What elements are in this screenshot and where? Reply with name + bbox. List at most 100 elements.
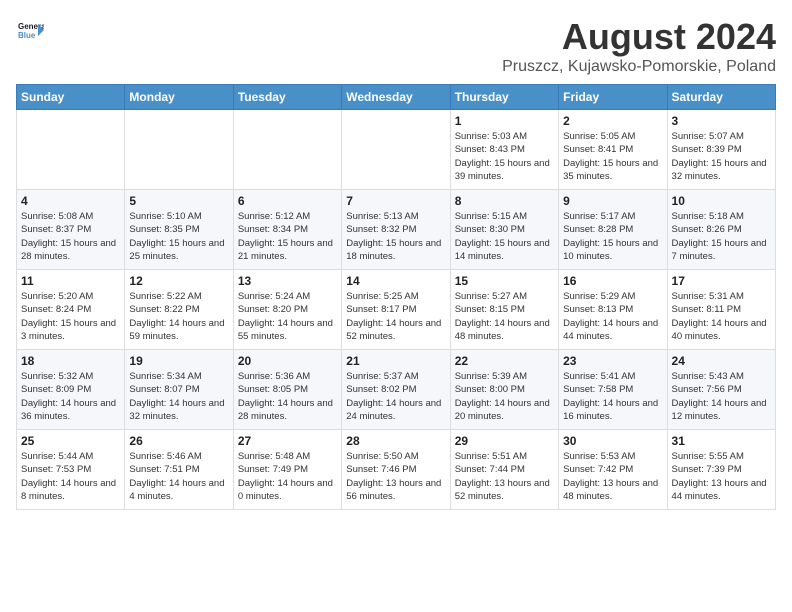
day-header-monday: Monday — [125, 85, 233, 110]
day-detail: Sunrise: 5:25 AM Sunset: 8:17 PM Dayligh… — [346, 290, 445, 343]
day-number: 21 — [346, 354, 445, 368]
day-detail: Sunrise: 5:36 AM Sunset: 8:05 PM Dayligh… — [238, 370, 337, 423]
calendar-cell: 25 Sunrise: 5:44 AM Sunset: 7:53 PM Dayli… — [17, 430, 125, 510]
day-detail: Sunrise: 5:07 AM Sunset: 8:39 PM Dayligh… — [672, 130, 771, 183]
calendar-cell: 4 Sunrise: 5:08 AM Sunset: 8:37 PM Daylig… — [17, 190, 125, 270]
day-header-wednesday: Wednesday — [342, 85, 450, 110]
calendar-cell — [233, 110, 341, 190]
calendar-cell: 29 Sunrise: 5:51 AM Sunset: 7:44 PM Dayli… — [450, 430, 558, 510]
day-detail: Sunrise: 5:37 AM Sunset: 8:02 PM Dayligh… — [346, 370, 445, 423]
week-row-4: 18Sunrise: 5:32 AM Sunset: 8:09 PM Dayli… — [17, 350, 776, 430]
day-number: 27 — [238, 434, 337, 448]
calendar-cell: 8 Sunrise: 5:15 AM Sunset: 8:30 PM Daylig… — [450, 190, 558, 270]
day-number: 8 — [455, 194, 554, 208]
calendar-cell: 10 Sunrise: 5:18 AM Sunset: 8:26 PM Dayli… — [667, 190, 775, 270]
day-number: 14 — [346, 274, 445, 288]
day-number: 4 — [21, 194, 120, 208]
calendar-cell: 14 Sunrise: 5:25 AM Sunset: 8:17 PM Dayli… — [342, 270, 450, 350]
day-number: 1 — [455, 114, 554, 128]
day-detail: Sunrise: 5:05 AM Sunset: 8:41 PM Dayligh… — [563, 130, 662, 183]
day-detail: Sunrise: 5:13 AM Sunset: 8:32 PM Dayligh… — [346, 210, 445, 263]
day-number: 26 — [129, 434, 228, 448]
calendar-cell: 7 Sunrise: 5:13 AM Sunset: 8:32 PM Daylig… — [342, 190, 450, 270]
day-number: 2 — [563, 114, 662, 128]
day-detail: Sunrise: 5:55 AM Sunset: 7:39 PM Dayligh… — [672, 450, 771, 503]
day-detail: Sunrise: 5:50 AM Sunset: 7:46 PM Dayligh… — [346, 450, 445, 503]
calendar-cell: 2 Sunrise: 5:05 AM Sunset: 8:41 PM Daylig… — [559, 110, 667, 190]
day-number: 28 — [346, 434, 445, 448]
header: General Blue August 2024 Pruszcz, Kujaws… — [16, 16, 776, 76]
calendar-cell — [342, 110, 450, 190]
day-number: 12 — [129, 274, 228, 288]
day-number: 31 — [672, 434, 771, 448]
subtitle: Pruszcz, Kujawsko-Pomorskie, Poland — [502, 58, 776, 76]
calendar-cell: 6 Sunrise: 5:12 AM Sunset: 8:34 PM Daylig… — [233, 190, 341, 270]
day-detail: Sunrise: 5:03 AM Sunset: 8:43 PM Dayligh… — [455, 130, 554, 183]
week-row-1: 1 Sunrise: 5:03 AM Sunset: 8:43 PM Daylig… — [17, 110, 776, 190]
day-number: 17 — [672, 274, 771, 288]
day-number: 30 — [563, 434, 662, 448]
day-number: 9 — [563, 194, 662, 208]
day-number: 24 — [672, 354, 771, 368]
calendar-cell: 5Sunrise: 5:10 AM Sunset: 8:35 PM Daylig… — [125, 190, 233, 270]
calendar-cell: 17 Sunrise: 5:31 AM Sunset: 8:11 PM Dayli… — [667, 270, 775, 350]
day-detail: Sunrise: 5:12 AM Sunset: 8:34 PM Dayligh… — [238, 210, 337, 263]
day-detail: Sunrise: 5:24 AM Sunset: 8:20 PM Dayligh… — [238, 290, 337, 343]
day-detail: Sunrise: 5:44 AM Sunset: 7:53 PM Dayligh… — [21, 450, 120, 503]
day-detail: Sunrise: 5:27 AM Sunset: 8:15 PM Dayligh… — [455, 290, 554, 343]
day-detail: Sunrise: 5:10 AM Sunset: 8:35 PM Dayligh… — [129, 210, 228, 263]
day-detail: Sunrise: 5:32 AM Sunset: 8:09 PM Dayligh… — [21, 370, 120, 423]
calendar-cell — [17, 110, 125, 190]
day-detail: Sunrise: 5:20 AM Sunset: 8:24 PM Dayligh… — [21, 290, 120, 343]
week-row-5: 25 Sunrise: 5:44 AM Sunset: 7:53 PM Dayli… — [17, 430, 776, 510]
calendar-cell: 26 Sunrise: 5:46 AM Sunset: 7:51 PM Dayli… — [125, 430, 233, 510]
day-detail: Sunrise: 5:51 AM Sunset: 7:44 PM Dayligh… — [455, 450, 554, 503]
calendar-cell: 23Sunrise: 5:41 AM Sunset: 7:58 PM Dayli… — [559, 350, 667, 430]
day-detail: Sunrise: 5:22 AM Sunset: 8:22 PM Dayligh… — [129, 290, 228, 343]
day-detail: Sunrise: 5:48 AM Sunset: 7:49 PM Dayligh… — [238, 450, 337, 503]
day-detail: Sunrise: 5:18 AM Sunset: 8:26 PM Dayligh… — [672, 210, 771, 263]
logo-icon: General Blue — [16, 16, 44, 44]
day-detail: Sunrise: 5:31 AM Sunset: 8:11 PM Dayligh… — [672, 290, 771, 343]
day-number: 22 — [455, 354, 554, 368]
day-detail: Sunrise: 5:15 AM Sunset: 8:30 PM Dayligh… — [455, 210, 554, 263]
calendar-cell: 27 Sunrise: 5:48 AM Sunset: 7:49 PM Dayli… — [233, 430, 341, 510]
calendar-cell: 20 Sunrise: 5:36 AM Sunset: 8:05 PM Dayli… — [233, 350, 341, 430]
calendar-cell — [125, 110, 233, 190]
day-number: 29 — [455, 434, 554, 448]
calendar-cell: 13Sunrise: 5:24 AM Sunset: 8:20 PM Dayli… — [233, 270, 341, 350]
calendar-cell: 21 Sunrise: 5:37 AM Sunset: 8:02 PM Dayli… — [342, 350, 450, 430]
day-header-thursday: Thursday — [450, 85, 558, 110]
calendar-cell: 28 Sunrise: 5:50 AM Sunset: 7:46 PM Dayli… — [342, 430, 450, 510]
calendar-cell: 16 Sunrise: 5:29 AM Sunset: 8:13 PM Dayli… — [559, 270, 667, 350]
week-row-3: 11 Sunrise: 5:20 AM Sunset: 8:24 PM Dayli… — [17, 270, 776, 350]
day-number: 15 — [455, 274, 554, 288]
calendar-table: SundayMondayTuesdayWednesdayThursdayFrid… — [16, 84, 776, 510]
day-header-sunday: Sunday — [17, 85, 125, 110]
day-number: 6 — [238, 194, 337, 208]
day-number: 3 — [672, 114, 771, 128]
calendar-cell: 15 Sunrise: 5:27 AM Sunset: 8:15 PM Dayli… — [450, 270, 558, 350]
day-number: 16 — [563, 274, 662, 288]
calendar-cell: 31 Sunrise: 5:55 AM Sunset: 7:39 PM Dayli… — [667, 430, 775, 510]
day-detail: Sunrise: 5:08 AM Sunset: 8:37 PM Dayligh… — [21, 210, 120, 263]
month-title: August 2024 — [502, 16, 776, 58]
day-number: 10 — [672, 194, 771, 208]
day-detail: Sunrise: 5:29 AM Sunset: 8:13 PM Dayligh… — [563, 290, 662, 343]
calendar-cell: 11 Sunrise: 5:20 AM Sunset: 8:24 PM Dayli… — [17, 270, 125, 350]
day-number: 11 — [21, 274, 120, 288]
day-number: 7 — [346, 194, 445, 208]
svg-text:Blue: Blue — [18, 31, 36, 40]
logo: General Blue — [16, 16, 44, 44]
day-number: 20 — [238, 354, 337, 368]
day-detail: Sunrise: 5:43 AM Sunset: 7:56 PM Dayligh… — [672, 370, 771, 423]
day-detail: Sunrise: 5:46 AM Sunset: 7:51 PM Dayligh… — [129, 450, 228, 503]
calendar-cell: 24 Sunrise: 5:43 AM Sunset: 7:56 PM Dayli… — [667, 350, 775, 430]
calendar-cell: 30Sunrise: 5:53 AM Sunset: 7:42 PM Dayli… — [559, 430, 667, 510]
calendar-cell: 9 Sunrise: 5:17 AM Sunset: 8:28 PM Daylig… — [559, 190, 667, 270]
day-number: 25 — [21, 434, 120, 448]
day-detail: Sunrise: 5:17 AM Sunset: 8:28 PM Dayligh… — [563, 210, 662, 263]
day-detail: Sunrise: 5:34 AM Sunset: 8:07 PM Dayligh… — [129, 370, 228, 423]
day-header-tuesday: Tuesday — [233, 85, 341, 110]
title-area: August 2024 Pruszcz, Kujawsko-Pomorskie,… — [502, 16, 776, 76]
